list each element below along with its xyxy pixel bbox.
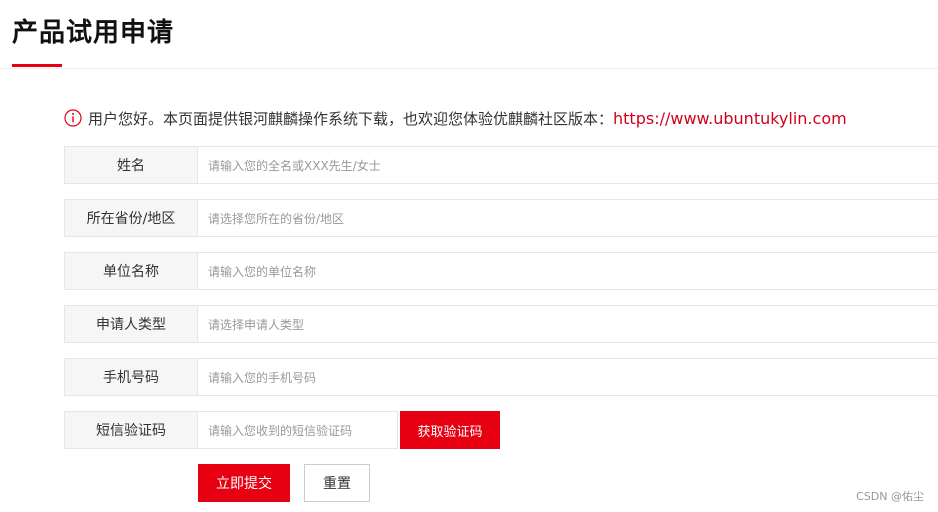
notice-banner: 用户您好。本页面提供银河麒麟操作系统下载，也欢迎您体验优麒麟社区版本： http… xyxy=(64,105,847,131)
form-row-region: 所在省份/地区 请选择您所在的省份/地区 xyxy=(64,199,938,237)
company-label: 单位名称 xyxy=(64,252,198,290)
region-label: 所在省份/地区 xyxy=(64,199,198,237)
phone-label: 手机号码 xyxy=(64,358,198,396)
reset-button[interactable]: 重置 xyxy=(304,464,370,502)
form-row-company: 单位名称 请输入您的单位名称 xyxy=(64,252,938,290)
notice-text: 用户您好。本页面提供银河麒麟操作系统下载，也欢迎您体验优麒麟社区版本： xyxy=(88,109,614,128)
region-select[interactable]: 请选择您所在的省份/地区 xyxy=(198,199,938,237)
sms-code-input[interactable]: 请输入您收到的短信验证码 xyxy=(198,411,398,449)
title-accent-underline xyxy=(12,64,62,67)
name-input[interactable]: 请输入您的全名或XXX先生/女士 xyxy=(198,146,938,184)
phone-input[interactable]: 请输入您的手机号码 xyxy=(198,358,938,396)
watermark: CSDN @佑尘 xyxy=(856,490,924,503)
sms-code-label: 短信验证码 xyxy=(64,411,198,449)
name-label: 姓名 xyxy=(64,146,198,184)
title-divider xyxy=(0,68,938,69)
company-input[interactable]: 请输入您的单位名称 xyxy=(198,252,938,290)
page: 产品试用申请 用户您好。本页面提供银河麒麟操作系统下载，也欢迎您体验优麒麟社区版… xyxy=(0,0,938,512)
applicant-type-label: 申请人类型 xyxy=(64,305,198,343)
page-title: 产品试用申请 xyxy=(12,18,175,48)
form-row-name: 姓名 请输入您的全名或XXX先生/女士 xyxy=(64,146,938,184)
get-sms-code-button[interactable]: 获取验证码 xyxy=(400,411,500,449)
submit-button[interactable]: 立即提交 xyxy=(198,464,290,502)
form-row-applicant-type: 申请人类型 请选择申请人类型 xyxy=(64,305,938,343)
form-row-phone: 手机号码 请输入您的手机号码 xyxy=(64,358,938,396)
ubuntukylin-link[interactable]: https://www.ubuntukylin.com xyxy=(613,109,847,128)
info-circle-icon xyxy=(64,109,82,127)
applicant-type-select[interactable]: 请选择申请人类型 xyxy=(198,305,938,343)
form-row-sms-code: 短信验证码 请输入您收到的短信验证码 获取验证码 xyxy=(64,411,938,449)
